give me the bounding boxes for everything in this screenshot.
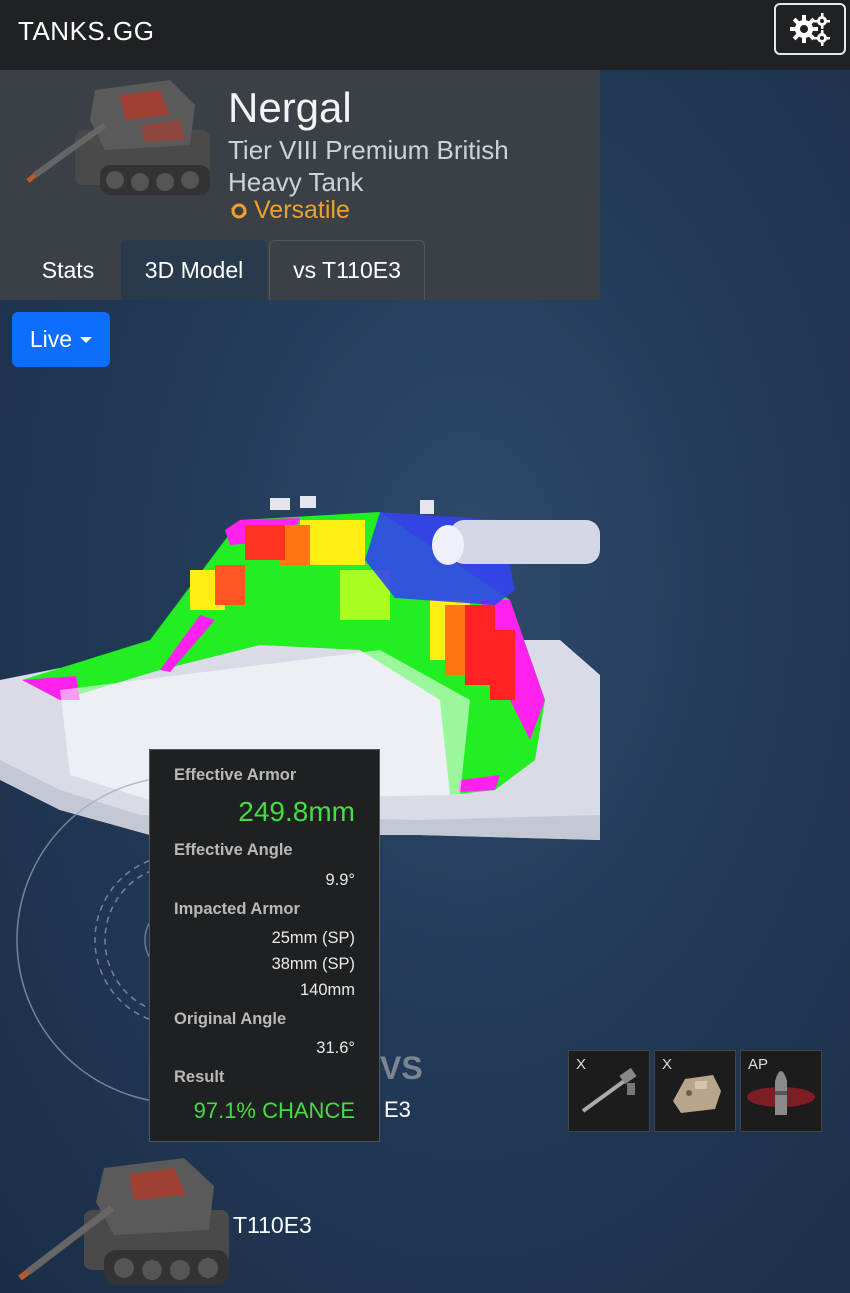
original-angle-value: 31.6° xyxy=(316,1039,355,1057)
tank-role: Versatile xyxy=(230,196,350,225)
vs-opponent-partial: E3 xyxy=(384,1097,411,1122)
tab-vs-opponent[interactable]: vs T110E3 xyxy=(269,240,425,300)
tank-description: Tier VIII Premium British Heavy Tank xyxy=(228,135,509,197)
impacted-armor-value: 140mm xyxy=(299,981,355,999)
effective-angle-value: 9.9° xyxy=(325,871,355,889)
caret-down-icon xyxy=(80,336,93,343)
armor-tooltip: Effective Armor 249.8mm Effective Angle … xyxy=(149,749,380,1142)
effective-armor-label: Effective Armor xyxy=(174,766,297,784)
vs-label: VS xyxy=(380,1050,423,1086)
versatile-role-icon xyxy=(231,203,247,218)
opponent-tank-name: T110E3 xyxy=(233,1212,312,1238)
brand-logo[interactable]: TANKS.GG xyxy=(18,16,154,47)
tank-thumbnail-image xyxy=(26,80,210,195)
turret-icon xyxy=(673,1075,721,1113)
top-navbar: TANKS.GG xyxy=(0,0,850,70)
gears-icon xyxy=(790,13,830,46)
module-turret[interactable]: X xyxy=(654,1050,736,1132)
impacted-armor-value: 38mm (SP) xyxy=(271,955,355,973)
ap-shell-icon xyxy=(747,1071,815,1115)
impacted-armor-label: Impacted Armor xyxy=(174,900,300,918)
tab-3d-model[interactable]: 3D Model xyxy=(121,240,267,300)
effective-armor-value: 249.8mm xyxy=(238,796,355,827)
impacted-armor-value: 25mm (SP) xyxy=(271,929,355,947)
version-dropdown-label: Live xyxy=(29,326,73,352)
result-value: 97.1% CHANCE xyxy=(193,1098,355,1123)
module-gun[interactable]: X xyxy=(568,1050,650,1132)
version-dropdown[interactable]: Live xyxy=(12,312,110,367)
result-label: Result xyxy=(174,1068,225,1086)
tank-role-label: Versatile xyxy=(254,196,350,224)
tank-name: Nergal xyxy=(228,84,352,131)
gun-icon xyxy=(581,1067,637,1113)
settings-button[interactable] xyxy=(774,3,846,55)
effective-angle-label: Effective Angle xyxy=(174,841,293,859)
opponent-tank-image xyxy=(18,1158,229,1285)
tank-header: Nergal Tier VIII Premium British Heavy T… xyxy=(0,70,600,300)
module-ammo[interactable]: AP xyxy=(740,1050,822,1132)
tab-stats[interactable]: Stats xyxy=(18,240,118,300)
original-angle-label: Original Angle xyxy=(174,1010,287,1028)
